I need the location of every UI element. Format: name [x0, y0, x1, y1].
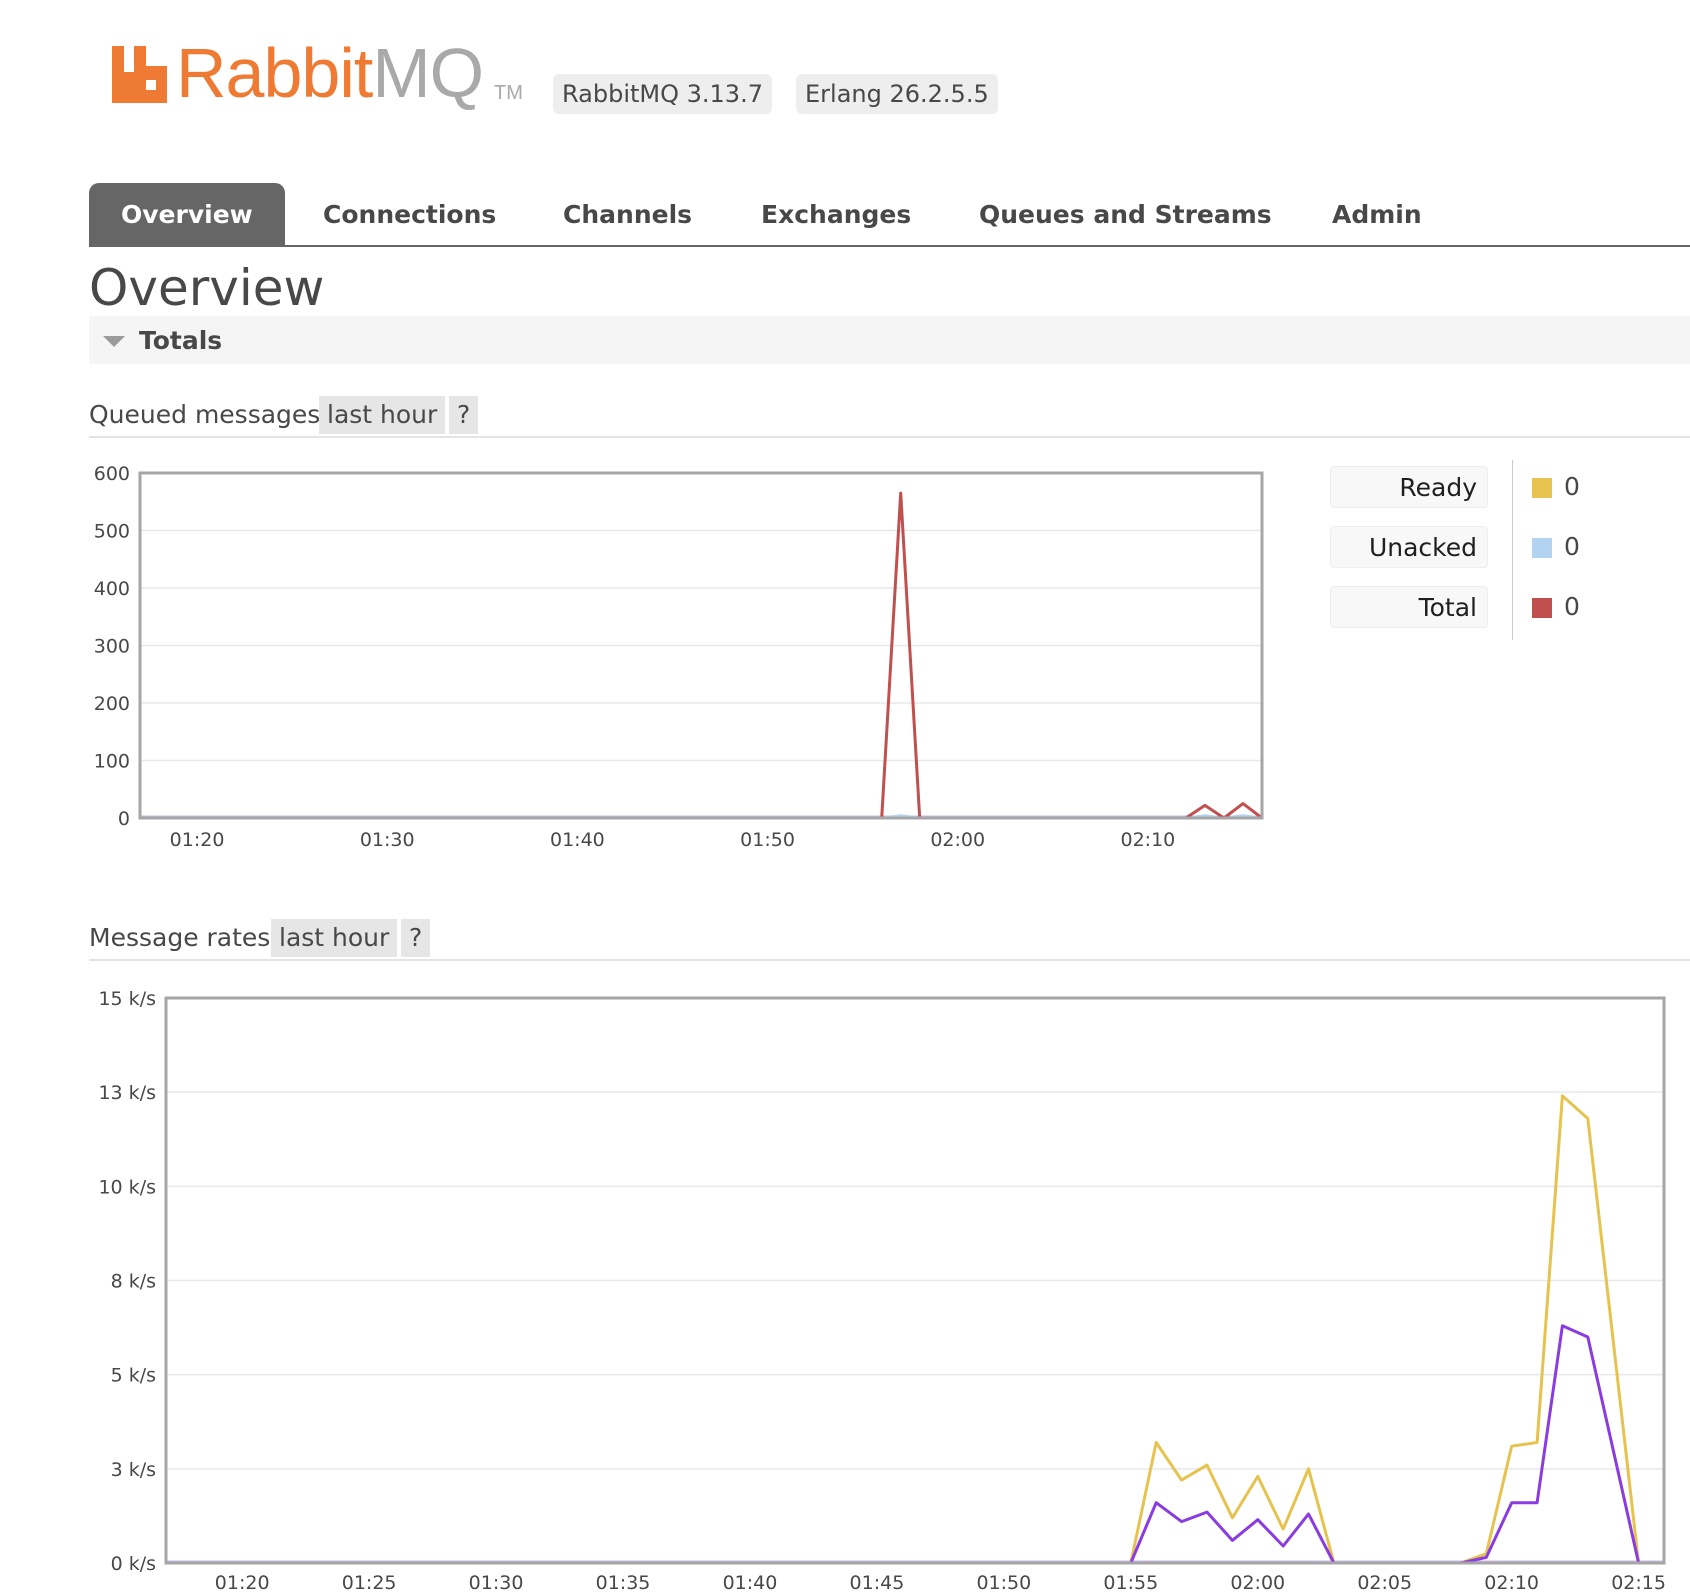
x-tick-label: 02:10 [1121, 829, 1176, 851]
tab-channels[interactable]: Channels [563, 183, 692, 245]
tab-connections[interactable]: Connections [323, 183, 496, 245]
legend-value-ready: 0 [1564, 472, 1580, 501]
tab-overview[interactable]: Overview [89, 183, 285, 245]
legend-value-unacked: 0 [1564, 532, 1580, 561]
main-nav: Overview Connections Channels Exchanges … [89, 183, 1690, 247]
x-tick-label: 01:40 [550, 829, 605, 851]
legend-row-ready: Ready 0 [1330, 466, 1670, 510]
y-tick-label: 8 k/s [111, 1271, 156, 1293]
legend-row-unacked: Unacked 0 [1330, 526, 1670, 570]
legend-swatch-total [1532, 598, 1552, 618]
legend-label-unacked: Unacked [1330, 526, 1488, 568]
x-tick-label: 01:35 [596, 1572, 651, 1594]
erlang-badge: Erlang 26.2.5.5 [796, 74, 998, 114]
version-badge: RabbitMQ 3.13.7 [553, 74, 772, 114]
x-tick-label: 01:30 [360, 829, 415, 851]
x-tick-label: 01:40 [723, 1572, 778, 1594]
queued-messages-chart: 0 100 200 300 400 500 600 01:20 01:30 01:40 01:50 0… [94, 463, 1264, 851]
x-tick-label: 02:00 [930, 829, 985, 851]
x-tick-label: 01:45 [850, 1572, 905, 1594]
message-rates-header: Message rates last hour ? [89, 919, 1690, 961]
x-tick-label: 01:50 [976, 1572, 1031, 1594]
x-tick-label: 01:50 [740, 829, 795, 851]
y-tick-label: 5 k/s [111, 1365, 156, 1387]
legend-label-ready: Ready [1330, 466, 1488, 508]
queued-messages-header: Queued messages last hour ? [89, 396, 1690, 438]
legend-value-total: 0 [1564, 592, 1580, 621]
y-tick-label: 13 k/s [98, 1082, 156, 1104]
y-tick-label: 15 k/s [98, 988, 156, 1010]
tab-exchanges[interactable]: Exchanges [761, 183, 911, 245]
y-tick-label: 3 k/s [111, 1459, 156, 1481]
triangle-down-icon [103, 336, 125, 347]
legend-swatch-ready [1532, 478, 1552, 498]
rabbitmq-logo-icon [112, 46, 167, 103]
y-tick-label: 600 [94, 463, 130, 485]
x-tick-label: 01:20 [215, 1572, 270, 1594]
y-tick-label: 500 [94, 521, 130, 543]
x-tick-label: 02:05 [1357, 1572, 1412, 1594]
queued-help-button[interactable]: ? [449, 396, 479, 434]
queued-messages-title: Queued messages [89, 400, 321, 429]
x-tick-label: 02:15 [1611, 1572, 1666, 1594]
y-tick-label: 0 [118, 808, 130, 830]
rates-help-button[interactable]: ? [401, 919, 431, 957]
logo-trademark: TM [494, 82, 523, 104]
legend-row-total: Total 0 [1330, 586, 1670, 630]
x-tick-label: 01:55 [1103, 1572, 1158, 1594]
legend-divider [1512, 460, 1513, 640]
y-tick-label: 400 [94, 578, 130, 600]
y-tick-label: 0 k/s [111, 1553, 156, 1575]
queued-range-selector[interactable]: last hour [319, 396, 446, 434]
y-tick-label: 300 [94, 636, 130, 658]
message-rates-chart: 0 k/s 3 k/s 5 k/s 8 k/s 10 k/s 13 k/s 15 k/s 01… [98, 988, 1666, 1594]
legend-swatch-unacked [1532, 538, 1552, 558]
page-title: Overview [89, 259, 325, 317]
x-tick-label: 02:10 [1484, 1572, 1539, 1594]
x-tick-label: 01:25 [342, 1572, 397, 1594]
totals-section-toggle[interactable]: Totals [89, 316, 1690, 364]
queued-legend: Ready 0 Unacked 0 Total 0 [1330, 466, 1670, 642]
y-tick-label: 100 [94, 751, 130, 773]
x-tick-label: 02:00 [1230, 1572, 1285, 1594]
x-tick-label: 01:30 [469, 1572, 524, 1594]
totals-section-label: Totals [139, 326, 223, 355]
logo-wordmark: RabbitMQ [176, 34, 484, 112]
x-tick-label: 01:20 [170, 829, 225, 851]
tab-admin[interactable]: Admin [1332, 183, 1422, 245]
legend-label-total: Total [1330, 586, 1488, 628]
tab-queues-and-streams[interactable]: Queues and Streams [979, 183, 1272, 245]
y-tick-label: 200 [94, 693, 130, 715]
rates-range-selector[interactable]: last hour [271, 919, 398, 957]
message-rates-title: Message rates [89, 923, 271, 952]
y-tick-label: 10 k/s [98, 1176, 156, 1198]
